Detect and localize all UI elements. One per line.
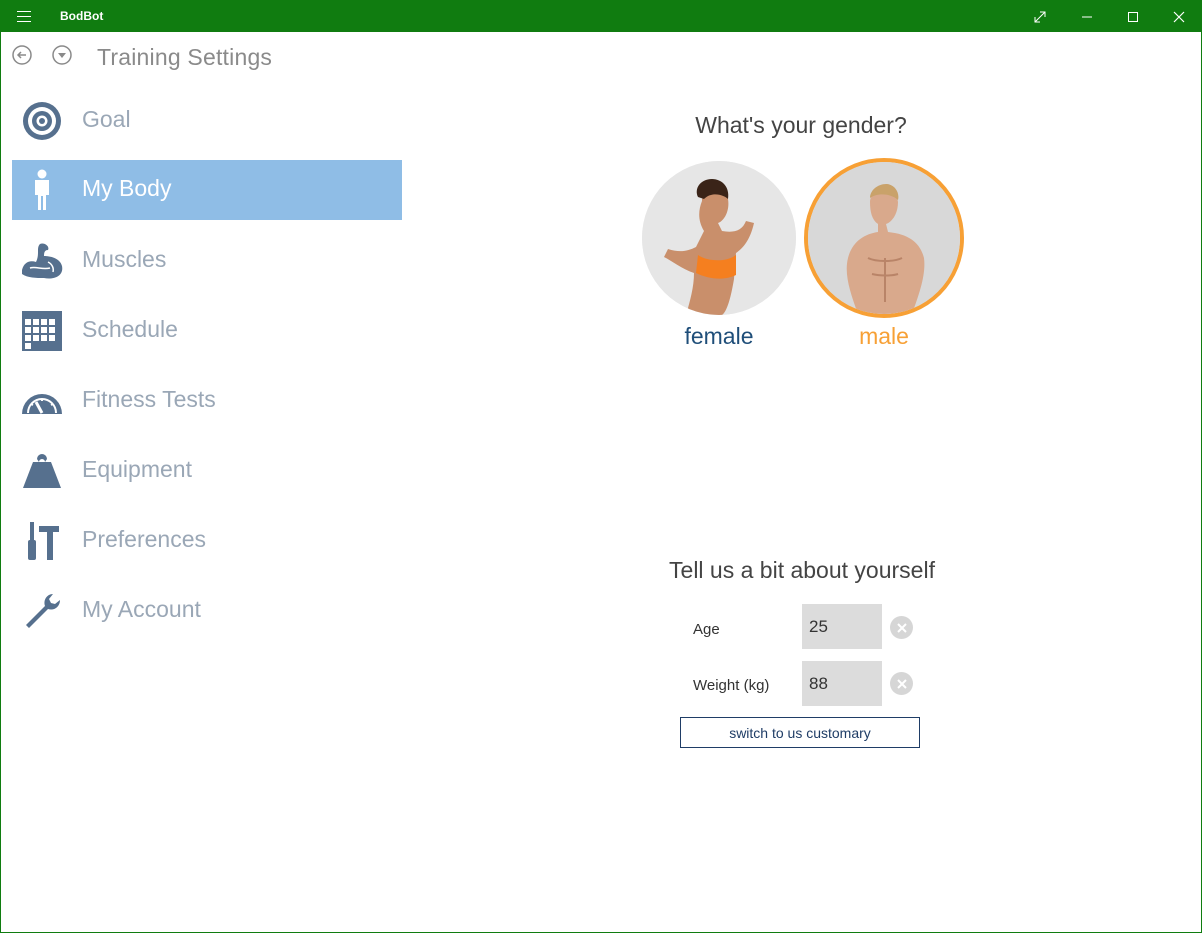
weight-icon bbox=[20, 450, 64, 492]
male-label: male bbox=[859, 323, 909, 349]
minimize-button[interactable] bbox=[1064, 1, 1110, 32]
clear-age-button[interactable] bbox=[890, 616, 913, 639]
maximize-button[interactable] bbox=[1110, 1, 1156, 32]
target-icon bbox=[20, 100, 64, 142]
sidebar-item-preferences[interactable]: Preferences bbox=[12, 511, 402, 571]
age-label: Age bbox=[693, 621, 720, 638]
sidebar-item-schedule[interactable]: Schedule bbox=[12, 301, 402, 361]
close-icon bbox=[1173, 11, 1185, 22]
sidebar-item-equipment[interactable]: Equipment bbox=[12, 441, 402, 501]
gender-question: What's your gender? bbox=[695, 112, 907, 138]
sidebar-item-label: Muscles bbox=[82, 246, 167, 272]
weight-input[interactable] bbox=[802, 661, 882, 706]
sidebar-item-label: Goal bbox=[82, 106, 131, 132]
sidebar-item-fitness-tests[interactable]: Fitness Tests bbox=[12, 371, 402, 431]
dropdown-circle-icon[interactable] bbox=[52, 45, 72, 65]
sidebar-item-label: Schedule bbox=[82, 316, 178, 342]
sidebar-item-label: Equipment bbox=[82, 456, 192, 482]
weight-label: Weight (kg) bbox=[693, 677, 770, 694]
minimize-icon bbox=[1082, 16, 1092, 17]
sidebar-item-my-body[interactable]: My Body bbox=[12, 160, 402, 220]
tools-icon bbox=[20, 520, 64, 562]
expand-icon bbox=[1034, 11, 1046, 22]
maximize-icon bbox=[1128, 11, 1138, 22]
close-icon bbox=[896, 622, 907, 633]
flexed-arm-icon bbox=[20, 240, 64, 282]
sidebar-item-label: My Body bbox=[82, 175, 172, 201]
title-bar: BodBot bbox=[1, 1, 1201, 32]
female-label: female bbox=[684, 323, 754, 349]
age-input[interactable] bbox=[802, 604, 882, 649]
sidebar-item-label: Preferences bbox=[82, 526, 207, 552]
switch-units-button[interactable]: switch to us customary bbox=[680, 717, 920, 748]
back-arrow-icon[interactable] bbox=[12, 45, 32, 65]
sidebar-item-label: Fitness Tests bbox=[82, 386, 216, 412]
about-title: Tell us a bit about yourself bbox=[669, 557, 935, 583]
person-icon bbox=[20, 169, 64, 211]
clear-weight-button[interactable] bbox=[890, 672, 913, 695]
sidebar-item-goal[interactable]: Goal bbox=[12, 91, 402, 151]
sidebar-item-label: My Account bbox=[82, 596, 201, 622]
page-title: Training Settings bbox=[97, 44, 273, 70]
close-icon bbox=[896, 678, 907, 689]
fullscreen-button[interactable] bbox=[1017, 1, 1063, 32]
female-avatar bbox=[642, 161, 796, 315]
sidebar-item-my-account[interactable]: My Account bbox=[12, 581, 402, 641]
hamburger-menu-icon[interactable] bbox=[17, 11, 31, 22]
close-button[interactable] bbox=[1156, 1, 1202, 32]
calendar-grid-icon bbox=[20, 310, 64, 352]
sidebar-item-muscles[interactable]: Muscles bbox=[12, 231, 402, 291]
wrench-icon bbox=[20, 590, 64, 632]
speedometer-icon bbox=[20, 380, 64, 422]
male-avatar bbox=[804, 158, 964, 318]
app-title: BodBot bbox=[60, 9, 104, 23]
